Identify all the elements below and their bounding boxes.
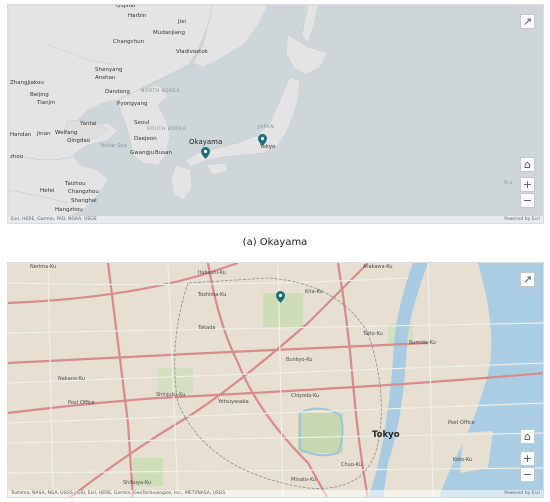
park-area — [158, 368, 193, 393]
expand-button[interactable]: ↗ — [520, 14, 535, 29]
label-qiqihar: Qiqihar — [116, 4, 136, 9]
home-icon: ⌂ — [524, 430, 531, 443]
label-arakawa: Arakawa-Ku — [363, 264, 393, 270]
label-nerima: Nerima-Ku — [30, 264, 57, 270]
label-pyongyang: Pyongyang — [117, 101, 148, 107]
label-japan: JAPAN — [258, 125, 275, 130]
minus-icon: − — [522, 468, 533, 481]
label-takada: Takada — [198, 325, 216, 331]
label-seoul: Seoul — [134, 120, 150, 126]
label-sumida: Sumida-Ku — [409, 340, 436, 346]
reclaimed-land — [460, 431, 493, 473]
label-shinjuku: Shinjuku-Ku — [156, 392, 186, 398]
label-shanghai: Shanghai — [71, 198, 97, 204]
label-bunkyo: Bunkyo-Ku — [286, 357, 313, 363]
label-changzhou: Changzhou — [68, 189, 99, 195]
map-attribution: Toshima, NASA, NGA, USGS | GSI, Esri, HE… — [8, 490, 543, 497]
label-chuo: Chuo-Ku — [341, 462, 362, 468]
reclaimed-land — [448, 381, 478, 415]
label-north-pacific: N o — [504, 180, 513, 186]
sumida-river — [368, 263, 428, 497]
label-jixi: Jixi — [178, 19, 186, 25]
figure-caption: (a) Okayama — [242, 237, 308, 248]
label-koto: Koto-Ku — [453, 457, 473, 463]
label-tokyo-city: Tokyo — [372, 430, 400, 440]
plus-icon: + — [522, 452, 533, 465]
label-busan: Busan — [155, 150, 172, 156]
label-post-office: Post Office — [68, 400, 95, 406]
powered-by-esri[interactable]: Powered by Esri — [504, 216, 540, 223]
label-tianjin: Tianjin — [37, 100, 56, 106]
home-button[interactable]: ⌂ — [520, 157, 535, 172]
label-yantai: Yantai — [80, 121, 97, 127]
expand-icon: ↗ — [522, 15, 533, 28]
sakhalin — [301, 5, 319, 44]
tokyo-marker[interactable] — [258, 134, 267, 146]
label-itabashi: Itabashi-Ku — [198, 270, 226, 276]
label-jinan: Jinan — [37, 131, 51, 137]
zoom-out-button[interactable]: − — [520, 467, 535, 482]
plus-icon: + — [522, 178, 533, 191]
label-anshan: Anshan — [95, 75, 116, 81]
label-shenyang: Shenyang — [95, 67, 123, 73]
label-south-korea: SOUTH KOREA — [147, 127, 187, 132]
university-marker[interactable] — [276, 291, 285, 303]
label-gwangju: Gwangju — [130, 150, 155, 156]
label-toshima: Toshima-Ku — [198, 292, 227, 298]
label-yotsuya: Yotsuyasaka — [218, 399, 249, 405]
label-taizhou: Taizhou — [65, 181, 86, 187]
label-okayama: Okayama — [189, 138, 223, 146]
label-hefei: Hefei — [40, 188, 55, 194]
minus-icon: − — [522, 194, 533, 207]
label-beijing: Beijing — [30, 92, 49, 98]
map-attribution: Esri, HERE, Garmin, FAO, NOAA, USGS — [8, 216, 543, 223]
label-zhangjiakou: Zhangjiakou — [10, 80, 44, 86]
okayama-marker[interactable] — [201, 147, 210, 159]
shikoku — [205, 162, 229, 176]
overview-map[interactable]: Qiqihar Harbin Jixi Mudanjiang Changchun… — [7, 4, 544, 224]
label-zhou: zhou — [10, 154, 24, 160]
label-dandong: Dandong — [105, 89, 130, 95]
home-button[interactable]: ⌂ — [520, 429, 535, 444]
imperial-palace-park — [298, 413, 343, 453]
kyushu — [170, 164, 193, 201]
label-handan: Handan — [10, 132, 32, 138]
label-yellow-sea: Yellow Sea — [100, 143, 127, 149]
label-vladivostok: Vladivostok — [176, 49, 208, 55]
label-post-office: Post Office — [448, 420, 475, 426]
label-minato: Minato-Ku — [291, 477, 317, 483]
tokyo-street-map[interactable]: Nerima-Ku Itabashi-Ku Arakawa-Ku Toshima… — [7, 262, 544, 498]
expand-icon: ↗ — [522, 273, 533, 286]
label-kita: Kita-Ku — [305, 289, 323, 295]
label-qingdao: Qingdao — [67, 138, 91, 144]
label-mudanjiang: Mudanjiang — [153, 30, 185, 36]
label-harbin: Harbin — [128, 13, 147, 19]
label-changchun: Changchun — [113, 39, 145, 45]
zoom-out-button[interactable]: − — [520, 193, 535, 208]
label-north-korea: NORTH KOREA — [141, 89, 181, 94]
label-chiyoda: Chiyoda-Ku — [291, 393, 320, 399]
zoom-in-button[interactable]: + — [520, 177, 535, 192]
zoom-in-button[interactable]: + — [520, 451, 535, 466]
expand-button[interactable]: ↗ — [520, 272, 535, 287]
label-shibuya: Shibuya-Ku — [123, 480, 152, 486]
label-nakano: Nakano-Ku — [58, 376, 85, 382]
label-taito: Taito-Ku — [363, 331, 383, 337]
powered-by-esri[interactable]: Powered by Esri — [504, 490, 540, 497]
label-hangzhou: Hangzhou — [55, 207, 83, 213]
label-daejeon: Daejeon — [134, 136, 157, 142]
label-weifang: Weifang — [55, 130, 78, 136]
home-icon: ⌂ — [524, 158, 531, 171]
